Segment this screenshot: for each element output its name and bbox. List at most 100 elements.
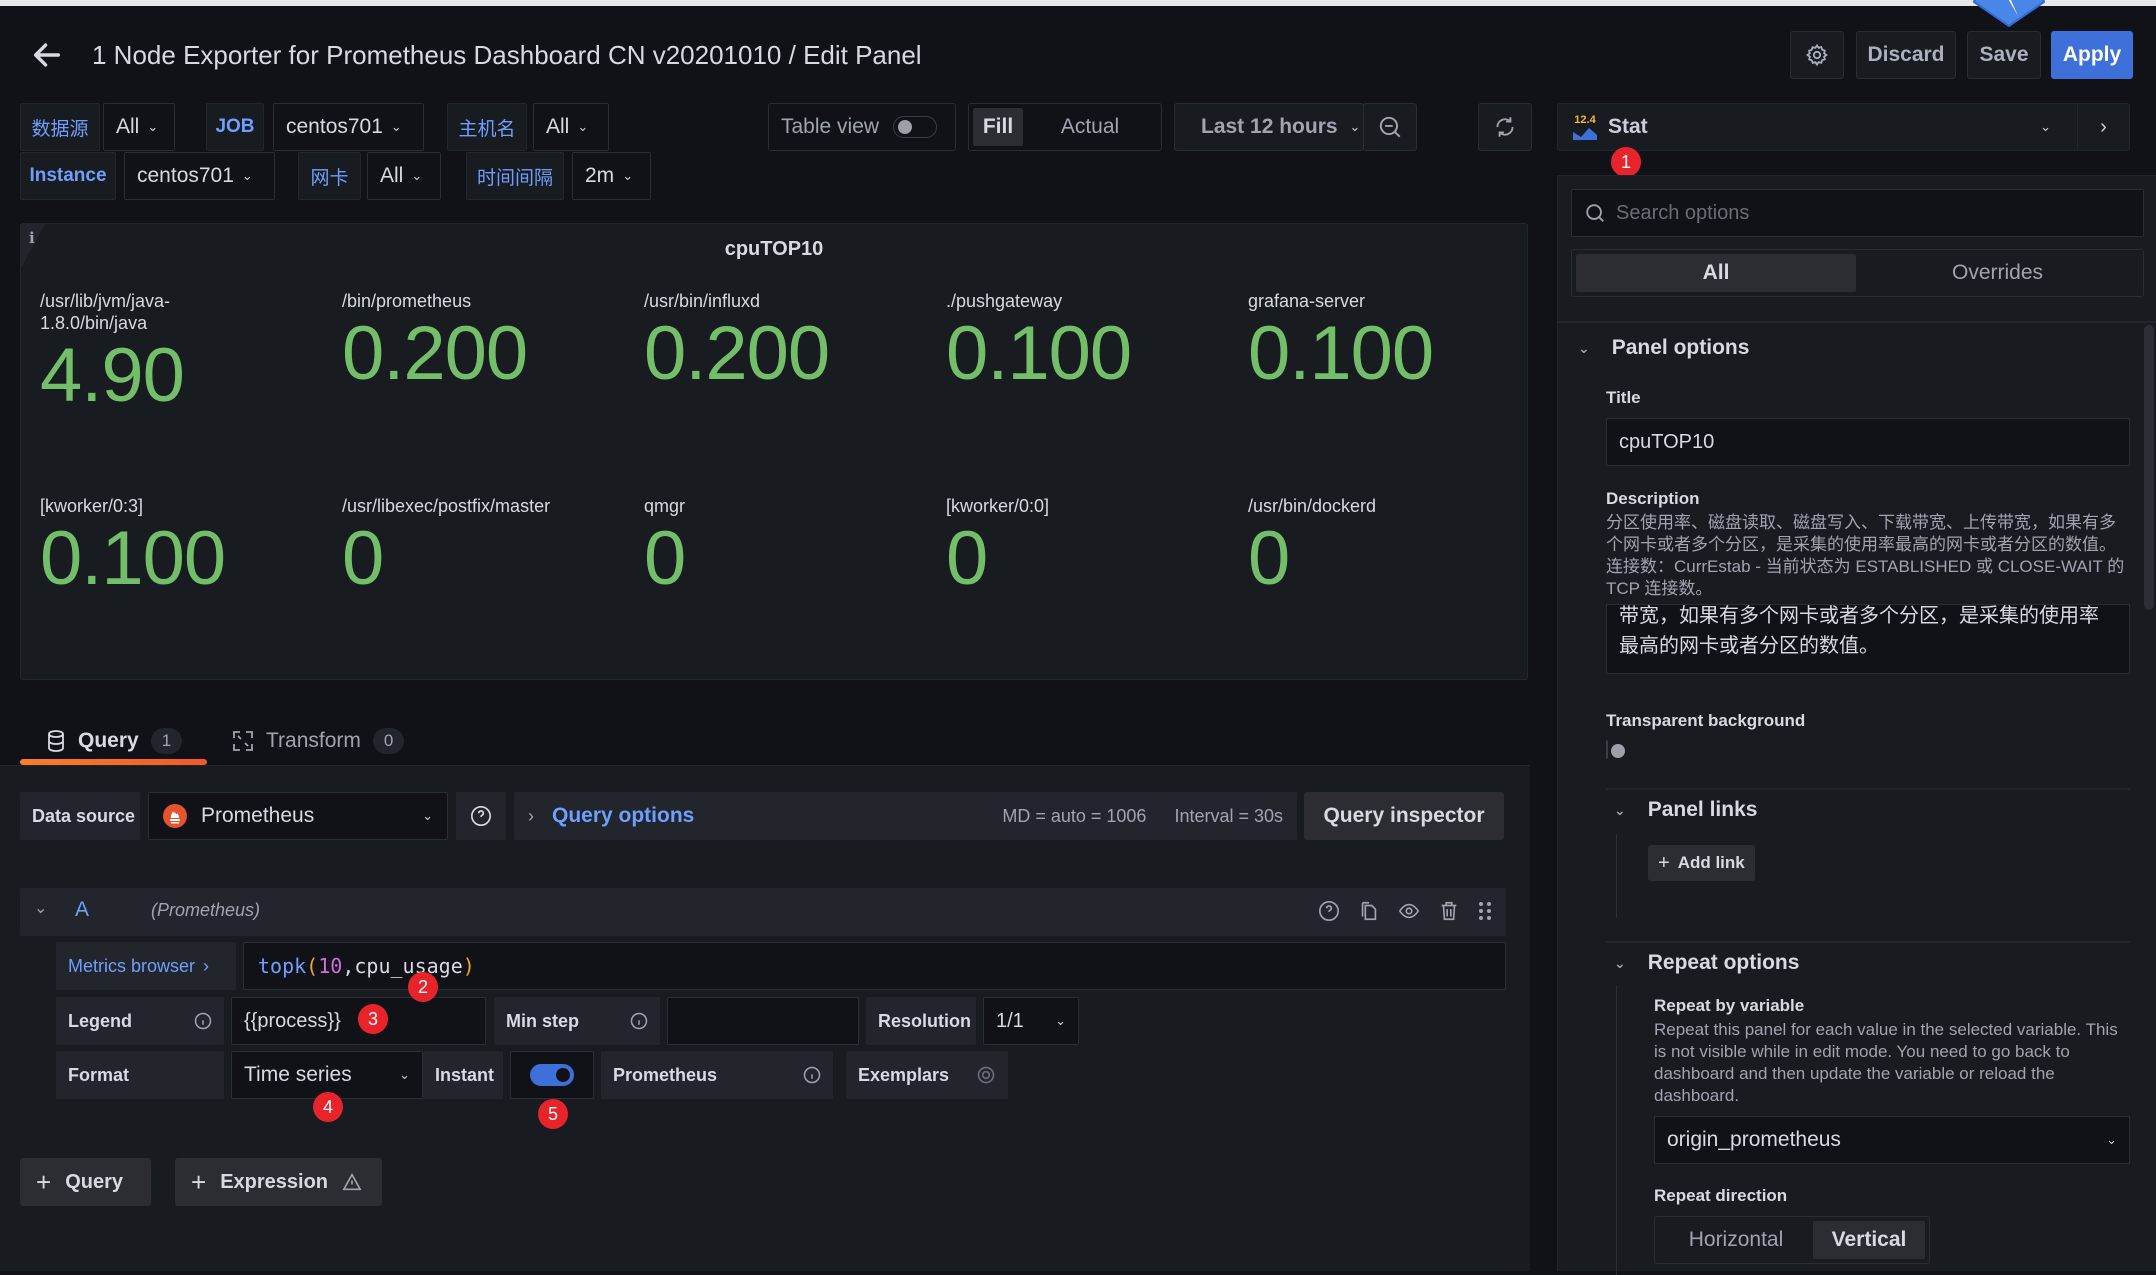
time-range-label: Last 12 hours [1201, 115, 1338, 138]
stat-value: 0.100 [1248, 311, 1434, 396]
var-select-hostname[interactable]: All ⌄ [533, 103, 609, 151]
instant-toggle[interactable] [530, 1064, 574, 1086]
var-label-datasource: 数据源 [20, 103, 100, 151]
transparent-bg-toggle[interactable] [1606, 740, 1625, 759]
panel-options-header[interactable]: ⌄ Panel options [1578, 336, 1749, 360]
expr-function: topk [258, 954, 307, 978]
search-options-input[interactable]: Search options [1571, 189, 2144, 237]
direction-vertical[interactable]: Vertical [1813, 1221, 1925, 1259]
var-value: centos701 [286, 115, 383, 138]
var-select-instance[interactable]: centos701 ⌄ [124, 152, 275, 200]
chevron-down-icon: ⌄ [399, 1067, 410, 1082]
var-select-datasource[interactable]: All ⌄ [103, 103, 175, 151]
description-value: 带宽，如果有多个网卡或者多个分区，是采集的使用率最高的网卡或者分区的数值。 [1619, 605, 2099, 657]
table-view-toggle[interactable]: Table view [768, 103, 956, 151]
collapse-options-button[interactable]: › [2077, 104, 2129, 150]
stat-name: /usr/bin/influxd [644, 291, 761, 311]
options-pane: Search options All Overrides ⌄ Panel opt… [1557, 175, 2156, 1275]
visualization-name: Stat [1608, 115, 1648, 138]
chevron-down-icon: ⌄ [1614, 801, 1626, 818]
datasource-select[interactable]: Prometheus ⌄ [148, 792, 448, 840]
search-icon [1586, 204, 1604, 222]
stat-name: /usr/lib/jvm/java-1.8.0/bin/java [40, 291, 171, 333]
stat-item: /usr/libexec/postfix/master 0 [342, 495, 642, 601]
add-expression-label: Expression [220, 1170, 329, 1193]
tab-overrides[interactable]: Overrides [1856, 254, 2139, 292]
search-placeholder: Search options [1616, 201, 1750, 224]
annotation-badge: 5 [538, 1099, 568, 1129]
stat-item: /usr/bin/dockerd 0 [1248, 495, 1548, 601]
title-input[interactable]: cpuTOP10 [1606, 418, 2130, 466]
var-select-job[interactable]: centos701 ⌄ [273, 103, 424, 151]
expr-number: 10 [318, 954, 343, 978]
options-scrollbar[interactable] [2144, 325, 2154, 610]
exemplars-eye-icon[interactable] [976, 1065, 996, 1085]
time-range-picker[interactable]: Last 12 hours ⌄ [1174, 103, 1364, 151]
help-icon[interactable] [1318, 900, 1340, 922]
chevron-right-icon: › [528, 805, 534, 826]
var-value: 2m [585, 164, 615, 187]
resolution-select[interactable]: 1/1 ⌄ [983, 997, 1079, 1045]
min-step-input[interactable] [667, 997, 859, 1045]
resolution-value: 1/1 [996, 1009, 1024, 1032]
apply-button[interactable]: Apply [2051, 31, 2133, 79]
toggle-visibility-eye-icon[interactable] [1398, 900, 1420, 922]
options-tabs: All Overrides [1571, 249, 2144, 297]
table-view-label: Table view [781, 115, 880, 138]
tab-transform[interactable]: Transform 0 [232, 722, 405, 760]
datasource-help-button[interactable] [456, 792, 506, 840]
stat-value: 0.200 [644, 311, 830, 396]
datasource-value: Prometheus [201, 804, 315, 827]
info-icon[interactable] [803, 1066, 821, 1084]
chevron-down-icon: ⌄ [1614, 954, 1626, 971]
tab-all[interactable]: All [1576, 254, 1856, 292]
refresh-button[interactable] [1478, 103, 1532, 151]
chevron-down-icon: ⌄ [2040, 119, 2051, 134]
add-query-button[interactable]: + Query [20, 1158, 151, 1206]
back-arrow-icon[interactable] [30, 38, 64, 72]
chevron-down-icon: ⌄ [390, 119, 402, 134]
duplicate-query-icon[interactable] [1358, 900, 1380, 922]
description-textarea[interactable]: 带宽，如果有多个网卡或者多个分区，是采集的使用率最高的网卡或者分区的数值。 [1606, 604, 2130, 674]
stat-item: /usr/lib/jvm/java-1.8.0/bin/java 4.90 [40, 290, 340, 418]
zoom-out-button[interactable] [1363, 103, 1417, 151]
collapse-query-chevron-icon[interactable]: ⌄ [34, 898, 47, 918]
transform-icon [233, 731, 253, 751]
settings-button[interactable] [1790, 31, 1844, 79]
query-datasource-name: (Prometheus) [151, 900, 261, 920]
visualization-picker[interactable]: 12.4 Stat ⌄ › [1557, 103, 2130, 151]
tab-query[interactable]: Query 1 [46, 722, 183, 760]
actual-option[interactable]: Actual [1023, 108, 1157, 146]
var-label-job: JOB [206, 103, 264, 151]
direction-horizontal[interactable]: Horizontal [1659, 1221, 1813, 1259]
help-circle-icon [471, 806, 491, 826]
delete-query-trash-icon[interactable] [1438, 900, 1460, 922]
panel-title: cpuTOP10 [724, 238, 824, 260]
table-view-switch[interactable] [893, 116, 938, 138]
chevron-down-icon: ⌄ [411, 168, 423, 183]
fill-option[interactable]: Fill [973, 108, 1023, 146]
discard-button[interactable]: Discard [1856, 31, 1956, 79]
info-icon[interactable] [194, 1012, 212, 1030]
var-select-interval[interactable]: 2m ⌄ [572, 152, 651, 200]
repeat-by-select[interactable]: origin_prometheus ⌄ [1654, 1116, 2130, 1164]
fill-actual-toggle: Fill Actual [968, 103, 1162, 151]
annotation-badge: 1 [1611, 147, 1641, 177]
add-expression-button[interactable]: + Expression [175, 1158, 382, 1206]
annotation-badge: 3 [358, 1004, 388, 1034]
query-options-bar[interactable]: › Query options MD = auto = 1006 Interva… [514, 792, 1297, 840]
query-options-toggle[interactable]: Query options [552, 804, 694, 828]
save-button[interactable]: Save [1967, 31, 2041, 79]
var-select-nic[interactable]: All ⌄ [367, 152, 441, 200]
query-inspector-button[interactable]: Query inspector [1304, 792, 1504, 840]
annotation-badge: 4 [313, 1092, 343, 1122]
drag-handle-icon[interactable] [1478, 900, 1492, 922]
gear-icon [1805, 43, 1828, 67]
info-icon[interactable] [630, 1012, 648, 1030]
active-tab-indicator [20, 759, 207, 765]
metrics-browser-button[interactable]: Metrics browser › [56, 942, 236, 990]
repeat-options-header[interactable]: ⌄ Repeat options [1614, 951, 1799, 975]
query-ref-id[interactable]: A [75, 898, 89, 922]
panel-links-header[interactable]: ⌄ Panel links [1614, 798, 1757, 822]
add-link-button[interactable]: + Add link [1648, 845, 1755, 881]
